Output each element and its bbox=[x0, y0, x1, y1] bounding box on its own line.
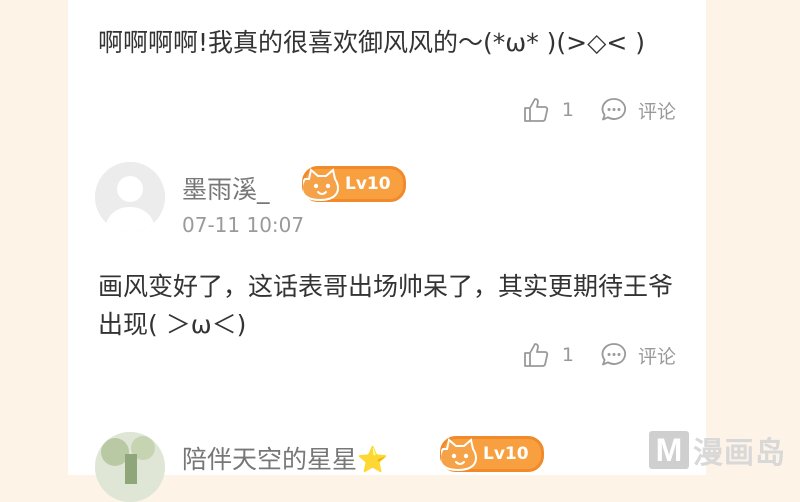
level-label: Lv10 bbox=[345, 174, 391, 194]
comment-text: 画风变好了，这话表哥出场帅呆了，其实更期待王爷出现( ＞ω＜) bbox=[98, 272, 674, 339]
comment-card bbox=[68, 0, 706, 475]
user-photo-avatar bbox=[95, 432, 165, 502]
comment-actions: 1 评论 bbox=[522, 96, 676, 124]
level-label: Lv10 bbox=[483, 444, 529, 464]
thumbs-up-icon bbox=[523, 343, 549, 367]
comment-actions: 1 评论 bbox=[522, 341, 676, 369]
watermark-text: 漫画岛 bbox=[693, 436, 786, 471]
like-count: 1 bbox=[561, 344, 574, 366]
like-button[interactable]: 1 bbox=[522, 96, 574, 124]
level-badge: Lv10 bbox=[302, 166, 406, 202]
reply-button[interactable]: 评论 bbox=[600, 341, 676, 369]
thumbs-up-icon bbox=[523, 98, 549, 122]
comment-bubble-icon bbox=[601, 343, 626, 366]
default-avatar-icon bbox=[95, 162, 165, 232]
cat-face-icon bbox=[303, 168, 340, 202]
username[interactable]: 墨雨溪_ bbox=[182, 170, 270, 206]
cat-face-icon bbox=[441, 438, 478, 472]
reply-label: 评论 bbox=[637, 100, 676, 123]
comment-bubble-icon bbox=[601, 98, 626, 121]
like-button[interactable]: 1 bbox=[522, 341, 574, 369]
like-count: 1 bbox=[561, 99, 574, 121]
avatar[interactable] bbox=[95, 162, 165, 232]
site-watermark: M 漫画岛 bbox=[649, 430, 797, 471]
watermark-logo: M bbox=[649, 431, 689, 469]
comment-text: 啊啊啊啊!我真的很喜欢御风风的～(*ω* )(>◇< ) bbox=[98, 28, 645, 57]
username[interactable]: 陪伴天空的星星⭐ bbox=[182, 440, 388, 476]
avatar[interactable] bbox=[95, 432, 165, 502]
level-badge: Lv10 bbox=[440, 436, 544, 472]
comment-timestamp: 07-11 10:07 bbox=[182, 213, 305, 237]
reply-button[interactable]: 评论 bbox=[600, 96, 676, 124]
reply-label: 评论 bbox=[637, 345, 676, 368]
